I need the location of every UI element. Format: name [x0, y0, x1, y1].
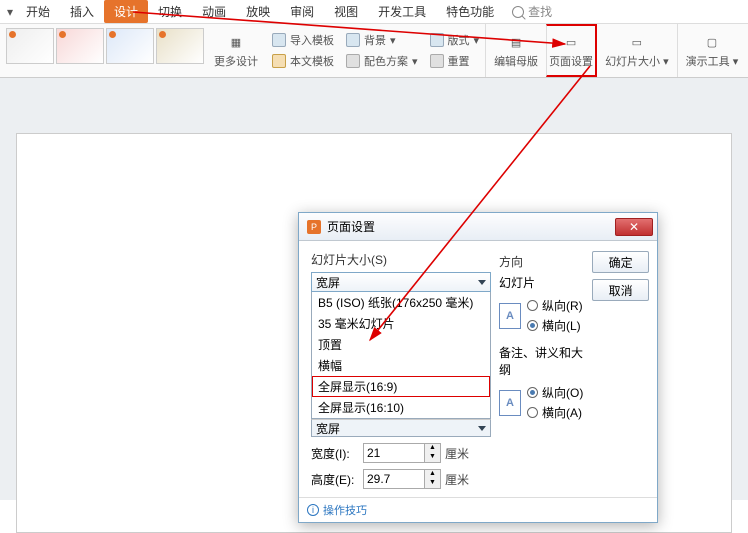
- width-input[interactable]: [364, 444, 424, 462]
- background-label: 背景: [364, 32, 386, 48]
- height-input[interactable]: [364, 470, 424, 488]
- search-placeholder: 查找: [528, 3, 552, 20]
- chevron-down-icon: ▾: [412, 55, 418, 68]
- spin-up-icon[interactable]: ▲: [425, 470, 440, 479]
- page-setup-icon: ▭: [561, 32, 581, 52]
- close-button[interactable]: ✕: [615, 218, 653, 236]
- combo-footer-value: 宽屏: [316, 420, 340, 437]
- presentation-icon: ▢: [702, 32, 722, 52]
- slide-size-label: 幻灯片大小 ▾: [605, 53, 669, 69]
- dialog-title: 页面设置: [327, 218, 375, 235]
- tab-view[interactable]: 视图: [324, 0, 368, 23]
- tab-special[interactable]: 特色功能: [436, 0, 504, 23]
- layout-label: 版式: [448, 32, 470, 48]
- spin-down-icon[interactable]: ▼: [425, 479, 440, 488]
- slide-size-combo[interactable]: 宽屏: [311, 272, 491, 292]
- height-spinner[interactable]: ▲▼: [363, 469, 441, 489]
- tab-slideshow[interactable]: 放映: [236, 0, 280, 23]
- slide-orientation-label: 幻灯片: [499, 274, 584, 291]
- chevron-down-icon: ▾: [390, 34, 396, 47]
- notes-landscape-radio[interactable]: 横向(A): [527, 404, 583, 421]
- tab-design[interactable]: 设计: [104, 0, 148, 23]
- tab-developer[interactable]: 开发工具: [368, 0, 436, 23]
- this-template-button[interactable]: 本文模板: [272, 51, 334, 71]
- import-template-button[interactable]: 导入模板: [272, 30, 334, 50]
- tab-insert[interactable]: 插入: [60, 0, 104, 23]
- width-label: 宽度(I):: [311, 445, 359, 462]
- chevron-down-icon: [478, 426, 486, 431]
- theme-gallery[interactable]: [0, 24, 206, 77]
- chevron-down-icon: [478, 280, 486, 285]
- tab-transition[interactable]: 切换: [148, 0, 192, 23]
- theme-thumb[interactable]: [6, 28, 54, 64]
- more-designs-label: 更多设计: [214, 53, 258, 69]
- tips-link[interactable]: 操作技巧: [323, 502, 367, 518]
- color-scheme-label: 配色方案: [364, 53, 408, 69]
- list-item-highlighted[interactable]: 全屏显示(16:9): [312, 376, 490, 397]
- landscape-radio[interactable]: 横向(L): [527, 317, 583, 334]
- height-label: 高度(E):: [311, 471, 359, 488]
- page-setup-button[interactable]: ▭ 页面设置: [546, 24, 597, 77]
- info-icon: i: [307, 504, 319, 516]
- orientation-preview-icon: A: [499, 303, 521, 329]
- reset-label: 重置: [448, 53, 470, 69]
- background-button[interactable]: 背景 ▾: [346, 30, 418, 50]
- theme-thumb[interactable]: [156, 28, 204, 64]
- slide-size-icon: ▭: [627, 32, 647, 52]
- list-item[interactable]: 顶置: [312, 334, 490, 355]
- edit-master-button[interactable]: ▤ 编辑母版: [485, 24, 546, 77]
- page-setup-label: 页面设置: [549, 53, 593, 69]
- presentation-tools-button[interactable]: ▢ 演示工具 ▾: [677, 24, 747, 77]
- unit-label: 厘米: [445, 471, 469, 488]
- color-scheme-button[interactable]: 配色方案 ▾: [346, 51, 418, 71]
- master-icon: ▤: [506, 32, 526, 52]
- more-designs-button[interactable]: ▦ 更多设计: [206, 24, 266, 77]
- spin-down-icon[interactable]: ▼: [425, 453, 440, 462]
- tab-start[interactable]: 开始: [16, 0, 60, 23]
- presentation-tools-label: 演示工具 ▾: [686, 53, 739, 69]
- orientation-group-label: 方向: [499, 253, 584, 270]
- theme-thumb[interactable]: [56, 28, 104, 64]
- layout-button[interactable]: 版式 ▾: [430, 30, 480, 50]
- import-template-label: 导入模板: [290, 32, 334, 48]
- tab-review[interactable]: 审阅: [280, 0, 324, 23]
- combo-value: 宽屏: [316, 274, 340, 291]
- tab-animation[interactable]: 动画: [192, 0, 236, 23]
- cancel-button[interactable]: 取消: [592, 279, 649, 301]
- reset-button[interactable]: 重置: [430, 51, 480, 71]
- chevron-down-icon: ▾: [474, 34, 480, 47]
- notes-portrait-radio[interactable]: 纵向(O): [527, 384, 583, 401]
- ok-button[interactable]: 确定: [592, 251, 649, 273]
- search-box[interactable]: 查找: [512, 3, 552, 20]
- portrait-radio[interactable]: 纵向(R): [527, 297, 583, 314]
- list-item[interactable]: 全屏显示(16:10): [312, 397, 490, 418]
- app-icon: P: [307, 220, 321, 234]
- search-icon: [512, 6, 524, 18]
- edit-master-label: 编辑母版: [494, 53, 538, 69]
- list-item[interactable]: 35 毫米幻灯片: [312, 313, 490, 334]
- list-item[interactable]: B5 (ISO) 纸张(176x250 毫米): [312, 292, 490, 313]
- tabs-caret[interactable]: ▾: [4, 5, 16, 19]
- size-listbox[interactable]: B5 (ISO) 纸张(176x250 毫米) 35 毫米幻灯片 顶置 横幅 全…: [311, 292, 491, 419]
- orientation-preview-icon: A: [499, 390, 521, 416]
- spin-up-icon[interactable]: ▲: [425, 444, 440, 453]
- width-spinner[interactable]: ▲▼: [363, 443, 441, 463]
- list-item[interactable]: 横幅: [312, 355, 490, 376]
- size-group-label: 幻灯片大小(S): [311, 251, 491, 268]
- unit-label: 厘米: [445, 445, 469, 462]
- combo-footer[interactable]: 宽屏: [311, 419, 491, 437]
- page-setup-dialog: P 页面设置 ✕ 幻灯片大小(S) 宽屏 B5 (ISO) 纸张(176x250…: [298, 212, 658, 523]
- theme-thumb[interactable]: [106, 28, 154, 64]
- notes-orientation-label: 备注、讲义和大纲: [499, 344, 584, 378]
- grid-icon: ▦: [226, 32, 246, 52]
- dialog-titlebar[interactable]: P 页面设置 ✕: [299, 213, 657, 241]
- this-template-label: 本文模板: [290, 53, 334, 69]
- slide-size-button[interactable]: ▭ 幻灯片大小 ▾: [597, 24, 677, 77]
